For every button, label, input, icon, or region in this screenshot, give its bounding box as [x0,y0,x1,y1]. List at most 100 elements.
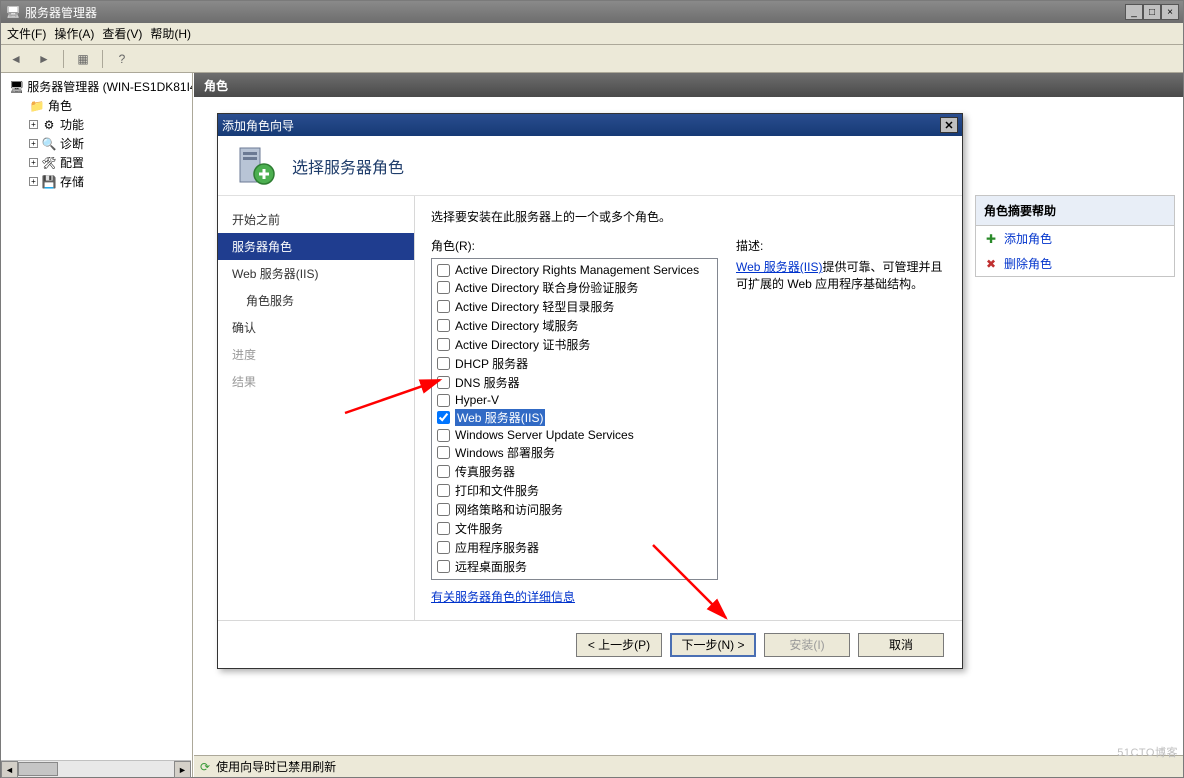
nav-web-server-iis[interactable]: Web 服务器(IIS) [218,260,414,287]
menu-file[interactable]: 文件(F) [7,25,46,42]
back-button[interactable]: ◄ [5,48,27,70]
role-item[interactable]: Windows 部署服务 [435,443,714,462]
role-label: Web 服务器(IIS) [455,409,545,426]
role-item[interactable]: Active Directory 域服务 [435,316,714,335]
scroll-right-arrow[interactable]: ► [174,761,191,778]
help-button[interactable]: ? [111,48,133,70]
role-label: 网络策略和访问服务 [455,501,563,518]
role-checkbox[interactable] [437,429,450,442]
statusbar: ⟳ 使用向导时已禁用刷新 [194,755,1183,777]
forward-button[interactable]: ► [33,48,55,70]
role-item[interactable]: DNS 服务器 [435,373,714,392]
menu-action[interactable]: 操作(A) [54,25,94,42]
menu-view[interactable]: 查看(V) [102,25,142,42]
tree-pane[interactable]: 🖥 服务器管理器 (WIN-ES1DK81I4Q 📁 角色 + ⚙ 功能 + 🔍… [1,73,193,777]
role-item[interactable]: Hyper-V [435,392,714,408]
role-checkbox[interactable] [437,394,450,407]
maximize-button[interactable]: □ [1143,4,1161,20]
role-label: DHCP 服务器 [455,355,528,372]
expand-icon[interactable]: + [29,177,38,186]
role-item[interactable]: Windows Server Update Services [435,427,714,443]
tree-diagnostics[interactable]: + 🔍 诊断 [1,134,192,153]
roles-label: 角色(R): [431,237,718,254]
wizard-buttons: < 上一步(P) 下一步(N) > 安装(I) 取消 [218,620,962,668]
next-button[interactable]: 下一步(N) > [670,633,756,657]
role-label: Active Directory 轻型目录服务 [455,298,614,315]
role-checkbox[interactable] [437,281,450,294]
status-text: 使用向导时已禁用刷新 [216,758,336,775]
role-checkbox[interactable] [437,300,450,313]
remove-role-label: 删除角色 [1004,255,1052,272]
role-item[interactable]: 网络策略和访问服务 [435,500,714,519]
role-item[interactable]: Active Directory Rights Management Servi… [435,262,714,278]
role-item[interactable]: 传真服务器 [435,462,714,481]
scroll-thumb[interactable] [18,762,58,776]
role-label: Active Directory 域服务 [455,317,578,334]
role-item[interactable]: DHCP 服务器 [435,354,714,373]
prev-button[interactable]: < 上一步(P) [576,633,662,657]
nav-role-services[interactable]: 角色服务 [218,287,414,314]
properties-button[interactable]: ▦ [72,48,94,70]
install-button: 安装(I) [764,633,850,657]
role-checkbox[interactable] [437,411,450,424]
role-checkbox[interactable] [437,560,450,573]
wizard-main: 选择要安装在此服务器上的一个或多个角色。 角色(R): Active Direc… [414,196,962,620]
minimize-button[interactable]: _ [1125,4,1143,20]
features-icon: ⚙ [41,117,57,133]
desc-link[interactable]: Web 服务器(IIS) [736,260,822,274]
role-checkbox[interactable] [437,522,450,535]
separator [102,50,103,68]
expand-icon[interactable]: + [29,158,38,167]
tree-features[interactable]: + ⚙ 功能 [1,115,192,134]
role-item[interactable]: Active Directory 证书服务 [435,335,714,354]
tree-storage[interactable]: + 💾 存储 [1,172,192,191]
add-role-label: 添加角色 [1004,230,1052,247]
role-label: DNS 服务器 [455,374,520,391]
nav-before[interactable]: 开始之前 [218,206,414,233]
expand-icon[interactable]: + [29,139,38,148]
role-item[interactable]: Web 服务器(IIS) [435,408,714,427]
remove-role-link[interactable]: ✖ 删除角色 [976,251,1174,276]
wizard-close-button[interactable]: ✕ [940,117,958,133]
role-checkbox[interactable] [437,357,450,370]
tree-root-label: 服务器管理器 (WIN-ES1DK81I4Q [27,78,193,95]
cancel-button[interactable]: 取消 [858,633,944,657]
role-label: Windows Server Update Services [455,428,634,442]
more-info-link[interactable]: 有关服务器角色的详细信息 [431,588,718,605]
remove-icon: ✖ [984,257,998,271]
titlebar[interactable]: 🖥 服务器管理器 _ □ × [1,1,1183,23]
menu-help[interactable]: 帮助(H) [150,25,191,42]
role-checkbox[interactable] [437,503,450,516]
nav-server-roles[interactable]: 服务器角色 [218,233,414,260]
roles-listbox[interactable]: Active Directory Rights Management Servi… [431,258,718,580]
scroll-left-arrow[interactable]: ◄ [1,761,18,778]
role-item[interactable]: Active Directory 联合身份验证服务 [435,278,714,297]
role-checkbox[interactable] [437,484,450,497]
tree-roles-label: 角色 [48,97,72,114]
role-label: 远程桌面服务 [455,558,527,575]
add-role-link[interactable]: ✚ 添加角色 [976,226,1174,251]
role-label: Hyper-V [455,393,499,407]
role-checkbox[interactable] [437,541,450,554]
role-item[interactable]: 应用程序服务器 [435,538,714,557]
role-checkbox[interactable] [437,446,450,459]
tree-config[interactable]: + 🛠 配置 [1,153,192,172]
nav-confirm[interactable]: 确认 [218,314,414,341]
wizard-titlebar[interactable]: 添加角色向导 ✕ [218,114,962,136]
role-checkbox[interactable] [437,465,450,478]
expand-icon[interactable]: + [29,120,38,129]
horizontal-scrollbar[interactable]: ◄ ► [1,760,191,777]
role-checkbox[interactable] [437,338,450,351]
role-checkbox[interactable] [437,376,450,389]
nav-result: 结果 [218,368,414,395]
close-button[interactable]: × [1161,4,1179,20]
role-item[interactable]: 文件服务 [435,519,714,538]
role-checkbox[interactable] [437,319,450,332]
role-item[interactable]: 远程桌面服务 [435,557,714,576]
role-item[interactable]: 打印和文件服务 [435,481,714,500]
wizard-instruction: 选择要安装在此服务器上的一个或多个角色。 [431,208,946,225]
tree-root[interactable]: 🖥 服务器管理器 (WIN-ES1DK81I4Q [1,77,192,96]
role-checkbox[interactable] [437,264,450,277]
tree-roles[interactable]: 📁 角色 [1,96,192,115]
role-item[interactable]: Active Directory 轻型目录服务 [435,297,714,316]
